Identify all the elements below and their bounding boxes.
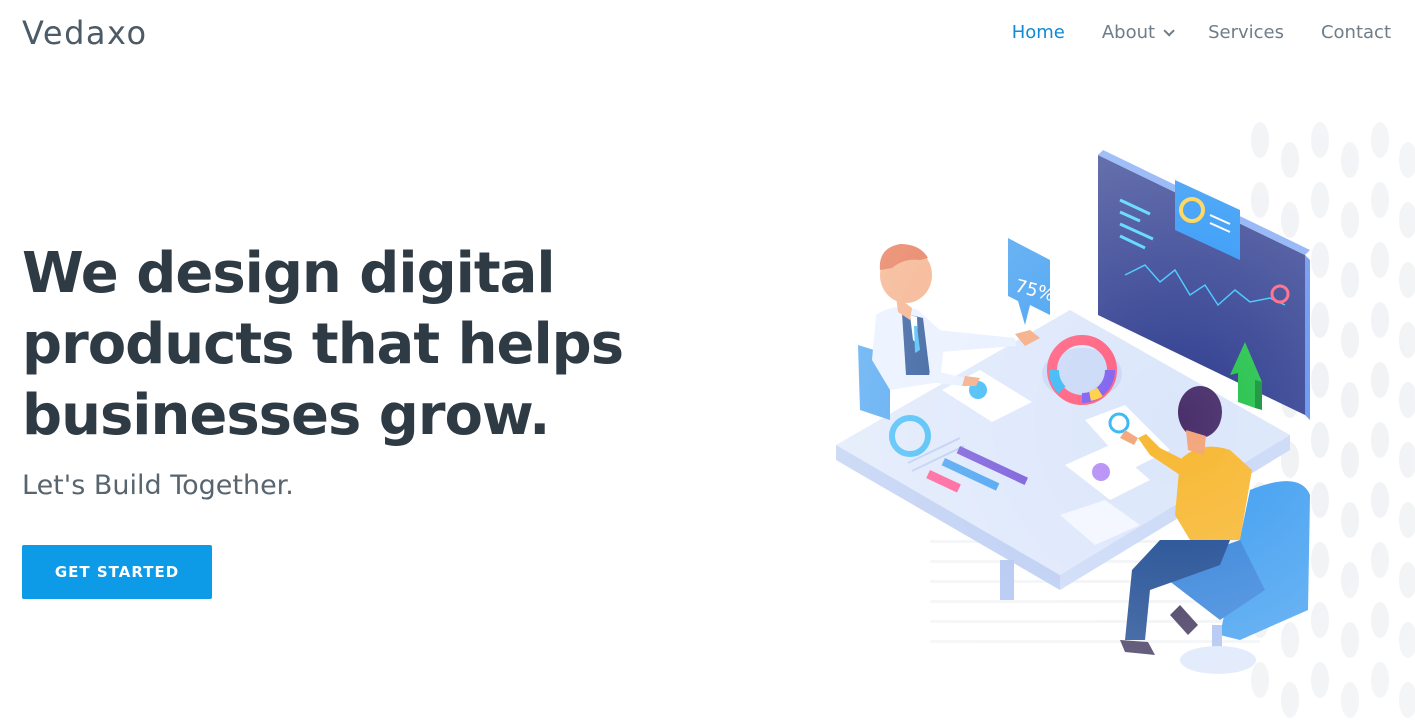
hero-title-line-2: products that helps xyxy=(22,312,624,377)
main-nav: Home About Services Contact xyxy=(1012,22,1391,43)
hero-title-line-1: We design digital xyxy=(22,241,556,306)
nav-services[interactable]: Services xyxy=(1208,22,1284,43)
nav-about-label: About xyxy=(1101,22,1156,43)
nav-contact-label: Contact xyxy=(1320,22,1391,43)
nav-home-label: Home xyxy=(1011,22,1065,43)
hero-title: We design digital products that helps bu… xyxy=(22,238,662,451)
hero-title-line-3: businesses grow. xyxy=(22,383,550,448)
get-started-button[interactable]: GET STARTED xyxy=(22,545,212,599)
chevron-down-icon xyxy=(1163,24,1175,37)
nav-home[interactable]: Home xyxy=(1012,22,1065,43)
hero-illustration: 75% xyxy=(820,120,1415,722)
nav-about[interactable]: About xyxy=(1101,22,1175,43)
hero-subtitle: Let's Build Together. xyxy=(22,470,294,501)
brand-logo[interactable]: Vedaxo xyxy=(22,14,148,52)
nav-services-label: Services xyxy=(1208,22,1284,43)
nav-contact[interactable]: Contact xyxy=(1321,22,1391,43)
